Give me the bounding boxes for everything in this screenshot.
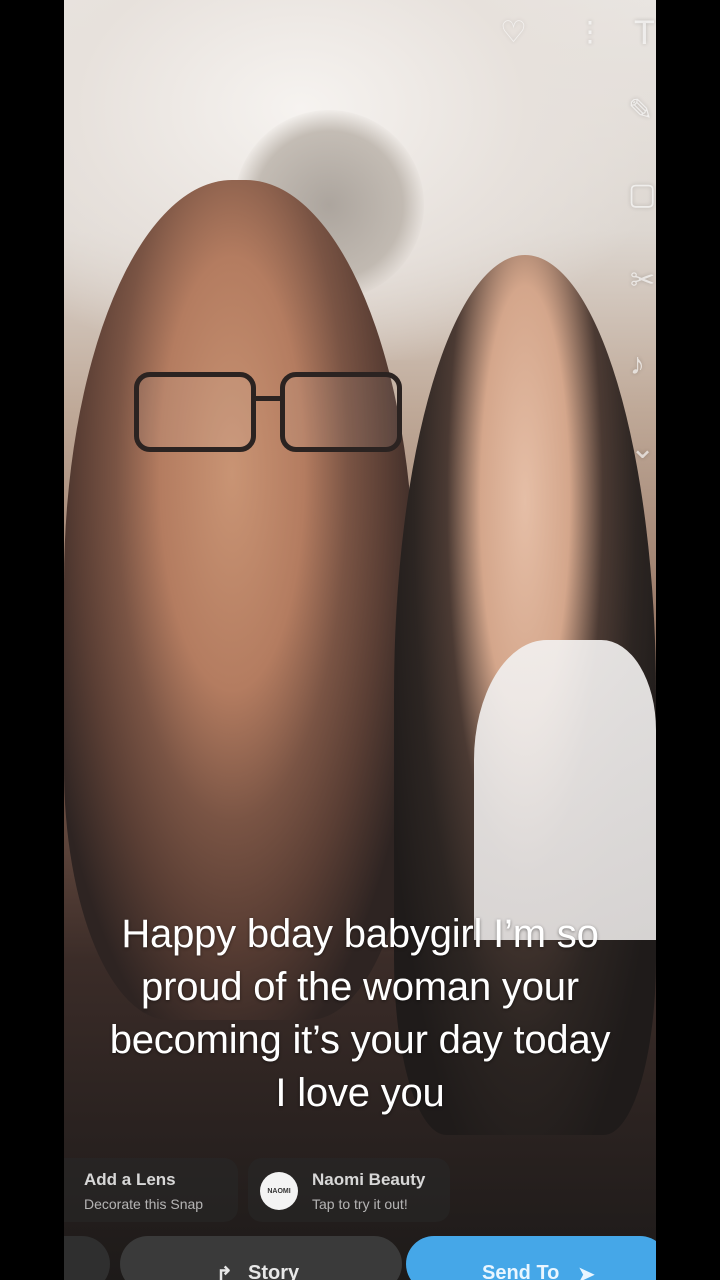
chevron-down-icon[interactable]: ⌄ — [630, 434, 655, 464]
add-lens-chip[interactable]: Add a Lens Decorate this Snap — [64, 1158, 238, 1222]
add-lens-subtitle: Decorate this Snap — [84, 1196, 204, 1212]
naomi-beauty-title: Naomi Beauty — [312, 1170, 426, 1189]
letterbox-left — [0, 0, 64, 1280]
send-to-label: Send To — [482, 1262, 560, 1280]
photo-white-top — [474, 640, 656, 940]
more-vertical-icon[interactable]: ⋮ — [576, 18, 604, 46]
naomi-beauty-subtitle: Tap to try it out! — [312, 1196, 408, 1212]
naomi-beauty-chip[interactable]: NAOMI Naomi Beauty Tap to try it out! — [248, 1158, 450, 1222]
save-button[interactable] — [64, 1236, 110, 1280]
caption-text[interactable]: Happy bday babygirl I’m so proud of the … — [64, 908, 656, 1120]
heart-icon[interactable]: ♡ — [500, 18, 527, 48]
sticker-icon[interactable]: ▢ — [628, 180, 656, 210]
photo-glasses — [134, 372, 402, 452]
story-icon: ↱ — [216, 1264, 233, 1280]
scissors-icon[interactable]: ✂ — [630, 266, 655, 296]
send-to-button[interactable]: Send To ➤ — [406, 1236, 656, 1280]
add-lens-title: Add a Lens — [84, 1170, 176, 1189]
caption-line: proud of the woman your — [141, 965, 579, 1009]
story-label: Story — [248, 1262, 300, 1280]
letterbox-right — [656, 0, 720, 1280]
snap-preview: ♡ ⋮ T ✎ ▢ ✂ ♪ ⌄ Happy bday babygirl I’m … — [64, 0, 656, 1280]
bottom-action-bar: ↱ Story Send To ➤ — [64, 1236, 656, 1280]
naomi-beauty-logo: NAOMI — [260, 1172, 298, 1210]
photo-person-left — [64, 180, 414, 1020]
text-tool-icon[interactable]: T — [634, 16, 655, 50]
pencil-icon[interactable]: ✎ — [628, 96, 653, 126]
caption-line: becoming it’s your day today — [109, 1018, 611, 1062]
music-icon[interactable]: ♪ — [630, 350, 645, 380]
caption-line: I love you — [275, 1071, 445, 1115]
send-arrow-icon: ➤ — [578, 1264, 595, 1280]
caption-line: Happy bday babygirl I’m so — [121, 912, 599, 956]
story-button[interactable]: ↱ Story — [120, 1236, 402, 1280]
